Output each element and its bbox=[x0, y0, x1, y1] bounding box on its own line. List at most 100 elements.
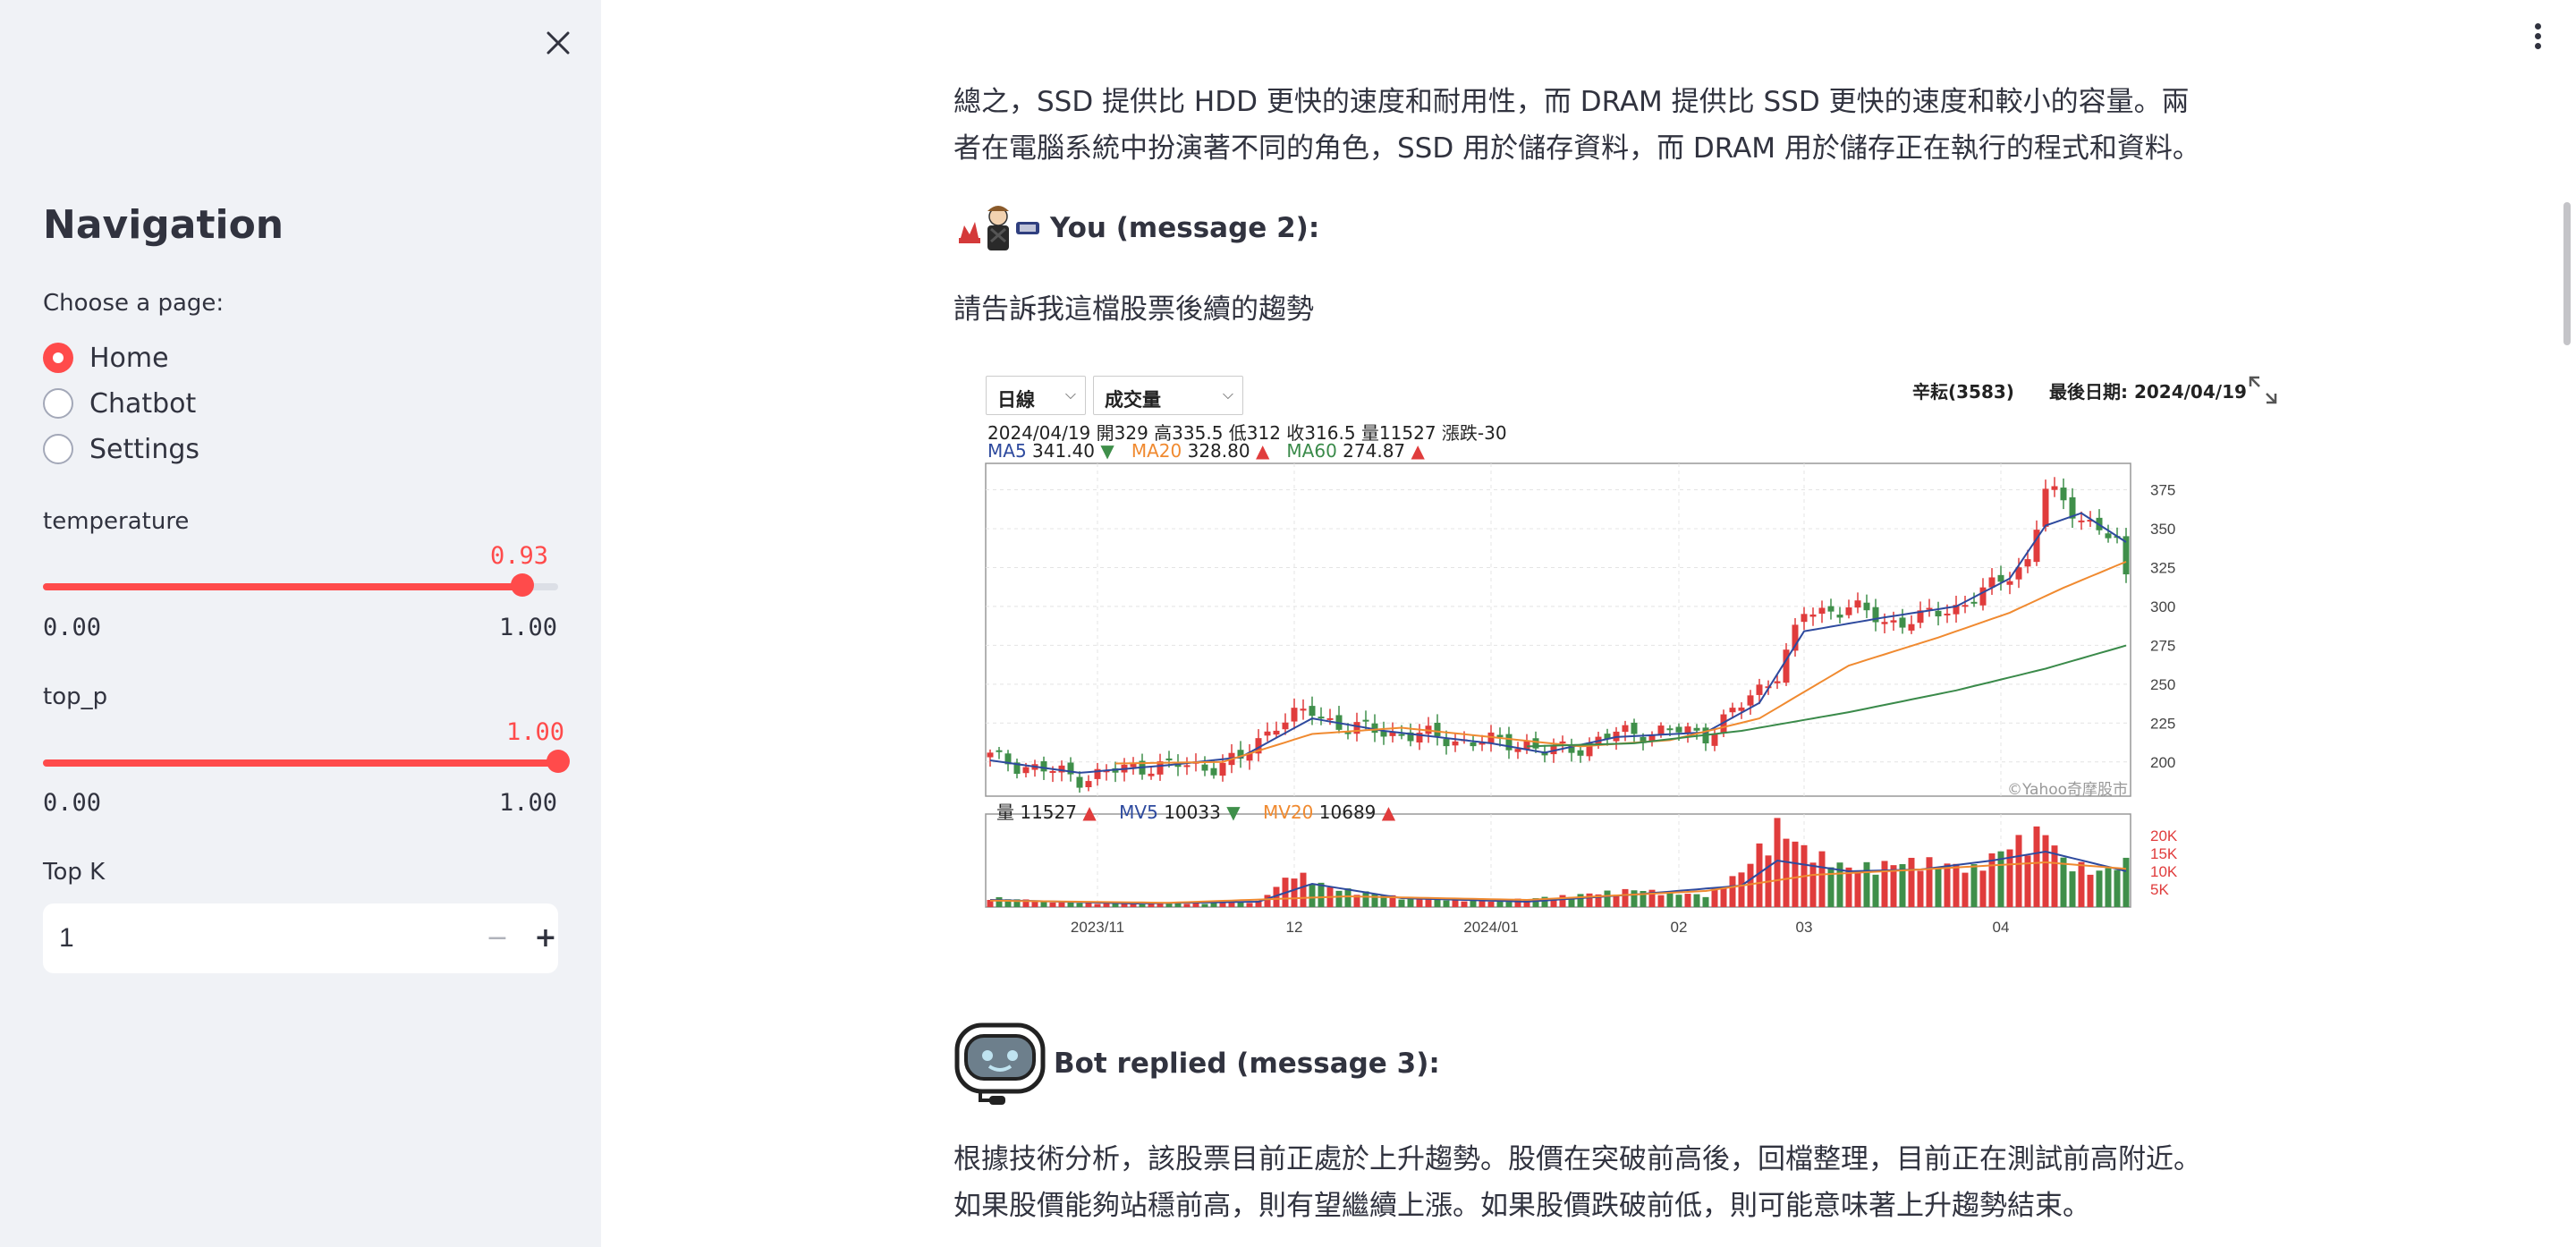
radio-selected-icon[interactable] bbox=[43, 343, 73, 373]
radio-option-settings[interactable]: Settings bbox=[43, 431, 199, 467]
candle-body bbox=[1693, 727, 1700, 731]
candle-body bbox=[2078, 520, 2085, 522]
volume-bar bbox=[996, 896, 1003, 907]
user-avatar-icon bbox=[959, 206, 1039, 250]
expand-icon bbox=[2249, 376, 2277, 404]
x-tick-label: 03 bbox=[1796, 919, 1813, 936]
x-tick-label: 04 bbox=[1993, 919, 2010, 936]
volume-bar bbox=[1559, 895, 1566, 907]
temperature-slider-thumb[interactable] bbox=[510, 573, 534, 597]
volume-bar bbox=[1094, 903, 1101, 907]
volume-bar bbox=[2105, 868, 2112, 907]
volume-bar bbox=[1693, 894, 1700, 907]
candle-body bbox=[1747, 695, 1754, 706]
main-menu-button[interactable] bbox=[2524, 20, 2551, 55]
top-k-input[interactable] bbox=[59, 920, 417, 957]
volume-bar bbox=[1505, 902, 1513, 907]
volume-bar bbox=[1309, 884, 1316, 907]
volume-bar bbox=[1684, 894, 1691, 907]
volume-bar bbox=[1935, 868, 1942, 907]
candle-body bbox=[2024, 559, 2031, 567]
x-tick-label: 2024/01 bbox=[1463, 919, 1518, 936]
volume-bar bbox=[1487, 901, 1495, 907]
mv5-label: MV5 bbox=[1119, 802, 1158, 823]
volume-bar bbox=[1300, 872, 1307, 907]
radio-option-chatbot[interactable]: Chatbot bbox=[43, 386, 196, 421]
top-p-min: 0.00 bbox=[43, 789, 102, 817]
volume-bar bbox=[1854, 871, 1861, 907]
temperature-slider[interactable] bbox=[43, 573, 558, 597]
radio-label-home: Home bbox=[89, 342, 169, 374]
volume-bar bbox=[2042, 835, 2049, 907]
candle-body bbox=[1362, 719, 1369, 722]
close-icon bbox=[547, 31, 570, 55]
volume-bar bbox=[1926, 857, 1933, 907]
candle-body bbox=[1863, 602, 1870, 611]
volume-bar bbox=[1461, 901, 1468, 907]
candle-body bbox=[1657, 725, 1665, 734]
chart-watermark: ©Yahoo奇摩股市 bbox=[2007, 781, 2129, 799]
volume-bar bbox=[1818, 851, 1826, 907]
user-message-header-text: You (message 2): bbox=[1050, 212, 1320, 244]
candle-body bbox=[1049, 770, 1056, 773]
radio-label-chatbot: Chatbot bbox=[89, 387, 197, 420]
fullscreen-button[interactable] bbox=[2247, 374, 2279, 406]
candle-body bbox=[1774, 681, 1781, 683]
candle-body bbox=[1434, 722, 1441, 737]
price-tick-label: 350 bbox=[2150, 521, 2175, 538]
volume-bar bbox=[1219, 902, 1226, 907]
volume-bar bbox=[1962, 872, 1969, 907]
candle-body bbox=[1944, 613, 1951, 615]
main-scrollbar[interactable] bbox=[2563, 202, 2571, 345]
candle-body bbox=[1631, 722, 1638, 734]
volume-bar bbox=[1792, 841, 1799, 907]
volume-tick-label: 10K bbox=[2150, 863, 2178, 880]
volume-bar bbox=[1031, 902, 1038, 907]
candle-body bbox=[1836, 615, 1843, 618]
volume-bar bbox=[1908, 857, 1915, 907]
bot-avatar-icon bbox=[954, 1022, 1046, 1105]
candle-body bbox=[1827, 606, 1835, 612]
top-p-label: top_p bbox=[43, 683, 108, 710]
stock-chart-image: 日線 ⌵ 成交量 ⌵ 辛耘(3583) 最後日期: 2024/04/19 202… bbox=[953, 365, 2292, 954]
top-p-slider-thumb[interactable] bbox=[547, 750, 570, 773]
radio-unselected-icon[interactable] bbox=[43, 388, 73, 419]
price-tick-label: 325 bbox=[2150, 559, 2175, 576]
volume-bar bbox=[1657, 895, 1665, 907]
candle-body bbox=[1899, 617, 1906, 628]
price-tick-label: 200 bbox=[2150, 754, 2175, 771]
user-message-text: 請告訴我這檔股票後續的趨勢 bbox=[953, 293, 1314, 326]
candle-body bbox=[1881, 622, 1888, 624]
volume-bar bbox=[1702, 896, 1709, 907]
candle-body bbox=[1443, 739, 1450, 747]
candle-body bbox=[1022, 767, 1030, 774]
volume-tick-label: 20K bbox=[2150, 827, 2178, 844]
candle-body bbox=[1130, 763, 1137, 768]
temperature-min: 0.00 bbox=[43, 614, 102, 641]
candle-body bbox=[1738, 707, 1745, 711]
candle-body bbox=[2006, 581, 2013, 585]
volume-bar bbox=[1729, 876, 1736, 907]
candle-body bbox=[1505, 734, 1513, 751]
volume-bar bbox=[1979, 870, 1987, 907]
candle-body bbox=[1148, 773, 1155, 776]
x-tick-label: 12 bbox=[1286, 919, 1303, 936]
candle-body bbox=[1962, 605, 1969, 607]
volume-bar bbox=[2060, 857, 2067, 907]
mv20-value: 10689 bbox=[1318, 802, 1377, 823]
candle-body bbox=[1801, 614, 1808, 623]
sidebar: Navigation Choose a page: Home Chatbot S… bbox=[0, 0, 601, 1247]
radio-unselected-icon[interactable] bbox=[43, 434, 73, 464]
radio-option-home[interactable]: Home bbox=[43, 340, 169, 376]
volume-bar bbox=[2087, 874, 2094, 907]
temperature-value: 0.93 bbox=[490, 542, 549, 570]
volume-bar bbox=[1970, 864, 1978, 907]
volume-bar bbox=[1863, 861, 1870, 907]
top-p-value: 1.00 bbox=[506, 718, 565, 746]
top-k-increment-button[interactable]: + bbox=[528, 920, 564, 957]
volume-bar bbox=[1362, 891, 1369, 907]
top-k-decrement-button[interactable]: − bbox=[479, 920, 515, 957]
top-p-slider[interactable] bbox=[43, 750, 570, 773]
candle-body bbox=[1970, 601, 1978, 604]
close-sidebar-button[interactable] bbox=[535, 20, 581, 66]
